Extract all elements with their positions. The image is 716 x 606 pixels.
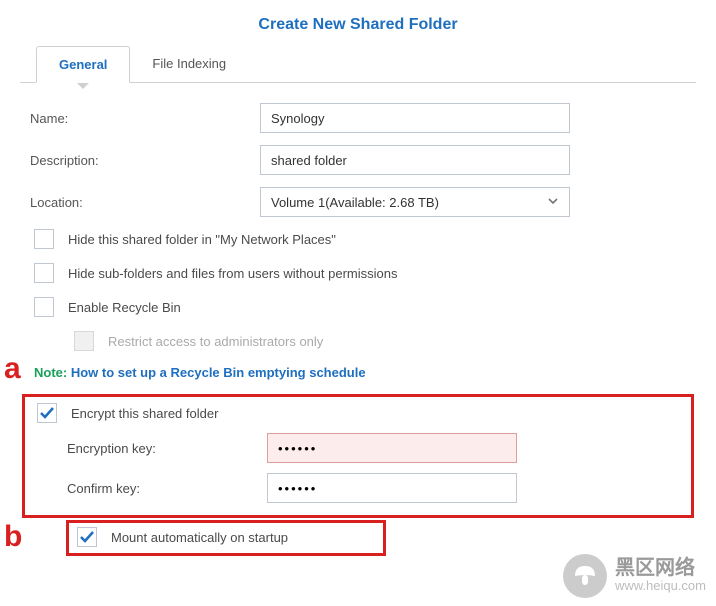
location-value: Volume 1(Available: 2.68 TB) [271,195,439,210]
name-label: Name: [30,111,260,126]
tab-general[interactable]: General [36,46,130,83]
encrypt-label: Encrypt this shared folder [71,406,218,421]
recycle-checkbox[interactable] [34,297,54,317]
hide-sub-label: Hide sub-folders and files from users wi… [68,266,397,281]
mushroom-icon [563,554,607,598]
confirm-key-label: Confirm key: [67,481,267,496]
callout-b: b [4,520,22,554]
watermark-title: 黑区网络 [615,558,706,578]
dialog-title: Create New Shared Folder [0,0,716,46]
watermark-url: www.heiqu.com [615,578,706,594]
mount-label: Mount automatically on startup [111,530,288,545]
watermark: 黑区网络 www.heiqu.com [563,554,706,598]
confirm-key-input[interactable] [267,473,517,503]
restrict-admin-label: Restrict access to administrators only [108,334,323,349]
note-prefix: Note: [34,365,71,380]
tab-bar: General File Indexing [20,46,696,83]
chevron-down-icon [547,195,559,210]
form-body: Name: Description: Location: Volume 1(Av… [0,83,716,576]
encryption-key-input[interactable] [267,433,517,463]
callout-a: a [4,352,21,386]
description-input[interactable] [260,145,570,175]
highlight-box-a: Encrypt this shared folder Encryption ke… [22,394,694,518]
name-input[interactable] [260,103,570,133]
encrypt-checkbox[interactable] [37,403,57,423]
hide-network-label: Hide this shared folder in "My Network P… [68,232,336,247]
location-select[interactable]: Volume 1(Available: 2.68 TB) [260,187,570,217]
mount-checkbox[interactable] [77,527,97,547]
hide-network-checkbox[interactable] [34,229,54,249]
restrict-admin-checkbox [74,331,94,351]
hide-sub-checkbox[interactable] [34,263,54,283]
description-label: Description: [30,153,260,168]
recycle-label: Enable Recycle Bin [68,300,181,315]
recycle-note-link[interactable]: How to set up a Recycle Bin emptying sch… [71,365,366,380]
encryption-key-label: Encryption key: [67,441,267,456]
highlight-box-b: Mount automatically on startup [66,520,386,556]
tab-file-indexing[interactable]: File Indexing [130,46,248,82]
note-row: Note: How to set up a Recycle Bin emptyi… [34,365,686,380]
location-label: Location: [30,195,260,210]
